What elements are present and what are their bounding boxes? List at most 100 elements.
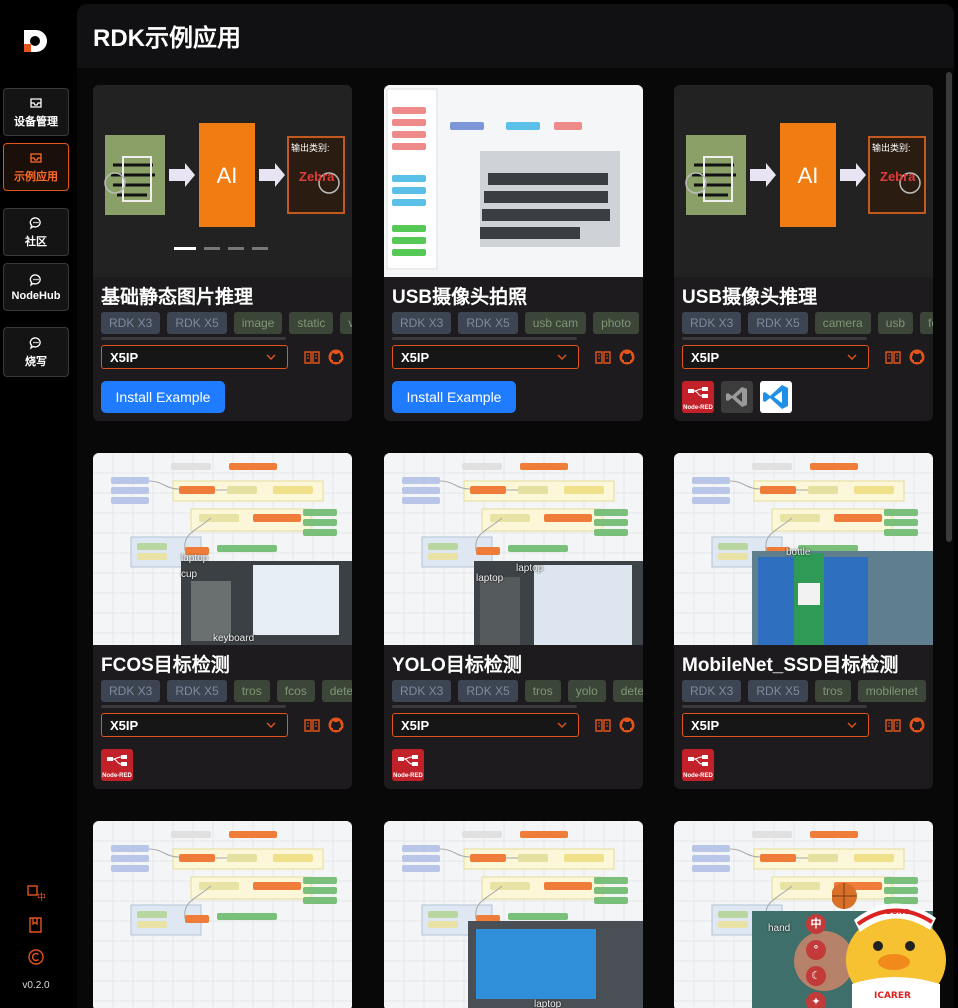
tag-chip[interactable]: RDK X3 <box>392 312 452 334</box>
node-red-badge[interactable]: Node-RED <box>392 749 424 781</box>
docs-icon[interactable] <box>304 349 320 365</box>
mascot-duck-image: DONG ICARER <box>832 883 946 1008</box>
docs-icon[interactable] <box>885 717 901 733</box>
node-red-badge[interactable]: Node-RED <box>101 749 133 781</box>
sidebar-item-label: 烧写 <box>25 355 47 368</box>
tag-chip[interactable]: tros <box>233 680 270 702</box>
example-thumbnail[interactable] <box>384 85 643 277</box>
tag-chip[interactable]: camera <box>814 312 871 334</box>
visual-studio-badge[interactable] <box>721 381 753 413</box>
tag-scrollbar[interactable] <box>392 337 577 340</box>
node-red-badge[interactable]: Node-RED <box>682 749 714 781</box>
node-red-label: Node-RED <box>683 773 713 779</box>
tag-chip[interactable]: vi <box>340 312 352 334</box>
install-example-button[interactable]: Install Example <box>392 381 516 413</box>
example-thumbnail[interactable]: AI 输出类别: Zebra <box>93 85 352 277</box>
tag-chip[interactable]: tros <box>814 680 851 702</box>
github-icon[interactable] <box>328 717 344 733</box>
tag-chip[interactable]: RDK X5 <box>458 680 518 702</box>
example-thumbnail[interactable]: AI 输出类别: Zebra <box>674 85 933 277</box>
example-thumbnail[interactable]: laptop <box>384 821 643 1008</box>
sidebar-item-0[interactable]: 设备管理 <box>3 88 69 136</box>
example-card[interactable]: laptop <box>384 821 643 1008</box>
example-thumbnail[interactable]: laptop cup keyboard <box>93 453 352 645</box>
tag-chip[interactable]: RDK X3 <box>682 680 742 702</box>
tag-chip[interactable]: mobilenet <box>857 680 926 702</box>
sidebar-item-1[interactable]: 示例应用 <box>3 143 69 191</box>
example-card[interactable]: laptop laptop YOLO目标检测 RDK X3 RDK X5 tros yo… <box>384 453 643 789</box>
sidebar: 设备管理 示例应用 社区 NodeHub 烧写 中 v0.2.0 <box>0 0 72 1008</box>
tag-chip[interactable]: fcos <box>276 680 315 702</box>
tag-chip[interactable]: RDK X3 <box>101 680 161 702</box>
tag-chip[interactable]: photo <box>593 312 640 334</box>
github-icon[interactable] <box>328 349 344 365</box>
floating-button-2[interactable]: ☾ <box>806 966 826 986</box>
device-select[interactable]: X5IP <box>101 345 288 369</box>
example-card[interactable]: bottle MobileNet_SSD目标检测 RDK X3 RDK X5 tro… <box>674 453 933 789</box>
tag-chip[interactable]: usb cam <box>524 312 587 334</box>
tag-chip[interactable]: RDK X5 <box>167 680 227 702</box>
example-card[interactable]: USB摄像头拍照 RDK X3 RDK X5 usb cam photo X5IP I… <box>384 85 643 421</box>
tag-chip[interactable]: RDK X3 <box>101 312 161 334</box>
tag-chip[interactable]: RDK X5 <box>458 312 518 334</box>
tag-chip[interactable]: detec <box>321 680 352 702</box>
copyright-icon[interactable] <box>0 948 72 966</box>
tag-scrollbar[interactable] <box>392 705 577 708</box>
docs-icon[interactable] <box>595 349 611 365</box>
tag-scrollbar[interactable] <box>682 337 867 340</box>
device-select[interactable]: X5IP <box>392 713 579 737</box>
node-red-icon <box>688 387 708 398</box>
docs-icon[interactable] <box>304 717 320 733</box>
docs-icon[interactable] <box>885 349 901 365</box>
translate-icon[interactable]: 中 <box>0 884 72 902</box>
example-thumbnail[interactable]: bottle <box>674 453 933 645</box>
tag-chip[interactable]: static <box>289 312 334 334</box>
device-select[interactable]: X5IP <box>682 345 869 369</box>
node-red-badge[interactable]: Node-RED <box>682 381 714 413</box>
chat-icon <box>29 216 41 230</box>
tag-chip[interactable]: image <box>233 312 283 334</box>
github-icon[interactable] <box>619 717 635 733</box>
example-card[interactable]: AI 输出类别: Zebra 基础静态图片推理 RDK X3 RDK X5 imag… <box>93 85 352 421</box>
book-icon[interactable] <box>0 916 72 934</box>
tag-scrollbar[interactable] <box>682 705 867 708</box>
device-select[interactable]: X5IP <box>101 713 288 737</box>
tag-chip[interactable]: usb <box>877 312 914 334</box>
tag-chip[interactable]: tros <box>524 680 561 702</box>
example-thumbnail[interactable]: laptop laptop <box>384 453 643 645</box>
sidebar-item-label: 设备管理 <box>14 115 58 128</box>
github-icon[interactable] <box>909 349 925 365</box>
tag-chip[interactable]: fc <box>920 312 933 334</box>
device-select-value: X5IP <box>691 718 720 733</box>
carousel-dots[interactable] <box>174 247 268 250</box>
tag-chip[interactable]: RDK X3 <box>392 680 452 702</box>
floating-button-3[interactable]: ✦ <box>806 992 826 1008</box>
tag-chip[interactable]: RDK X5 <box>167 312 227 334</box>
example-thumbnail[interactable] <box>93 821 352 1008</box>
vscode-badge[interactable] <box>760 381 792 413</box>
github-icon[interactable] <box>619 349 635 365</box>
sidebar-item-4[interactable]: 烧写 <box>3 327 69 377</box>
docs-icon[interactable] <box>595 717 611 733</box>
vscode-icon <box>763 385 788 409</box>
example-card[interactable]: AI 输出类别: Zebra USB摄像头推理 RDK X3 RDK X5 came… <box>674 85 933 421</box>
tag-chip[interactable]: RDK X3 <box>682 312 742 334</box>
example-card[interactable]: laptop cup keyboard FCOS目标检测 RDK X3 RDK X5 t… <box>93 453 352 789</box>
floating-button-1[interactable]: ° <box>806 940 826 960</box>
device-select[interactable]: X5IP <box>392 345 579 369</box>
detection-label: keyboard <box>213 633 255 644</box>
scrollbar[interactable] <box>946 72 952 542</box>
tag-chip[interactable]: detec <box>612 680 643 702</box>
tag-scrollbar[interactable] <box>101 337 286 340</box>
device-select[interactable]: X5IP <box>682 713 869 737</box>
github-icon[interactable] <box>909 717 925 733</box>
floating-button-0[interactable]: 中 <box>806 914 826 934</box>
tag-scrollbar[interactable] <box>101 705 286 708</box>
example-card[interactable] <box>93 821 352 1008</box>
sidebar-item-2[interactable]: 社区 <box>3 208 69 256</box>
tag-chip[interactable]: RDK X5 <box>748 312 808 334</box>
tag-chip[interactable]: yolo <box>567 680 606 702</box>
sidebar-item-3[interactable]: NodeHub <box>3 263 69 311</box>
install-example-button[interactable]: Install Example <box>101 381 225 413</box>
tag-chip[interactable]: RDK X5 <box>748 680 808 702</box>
